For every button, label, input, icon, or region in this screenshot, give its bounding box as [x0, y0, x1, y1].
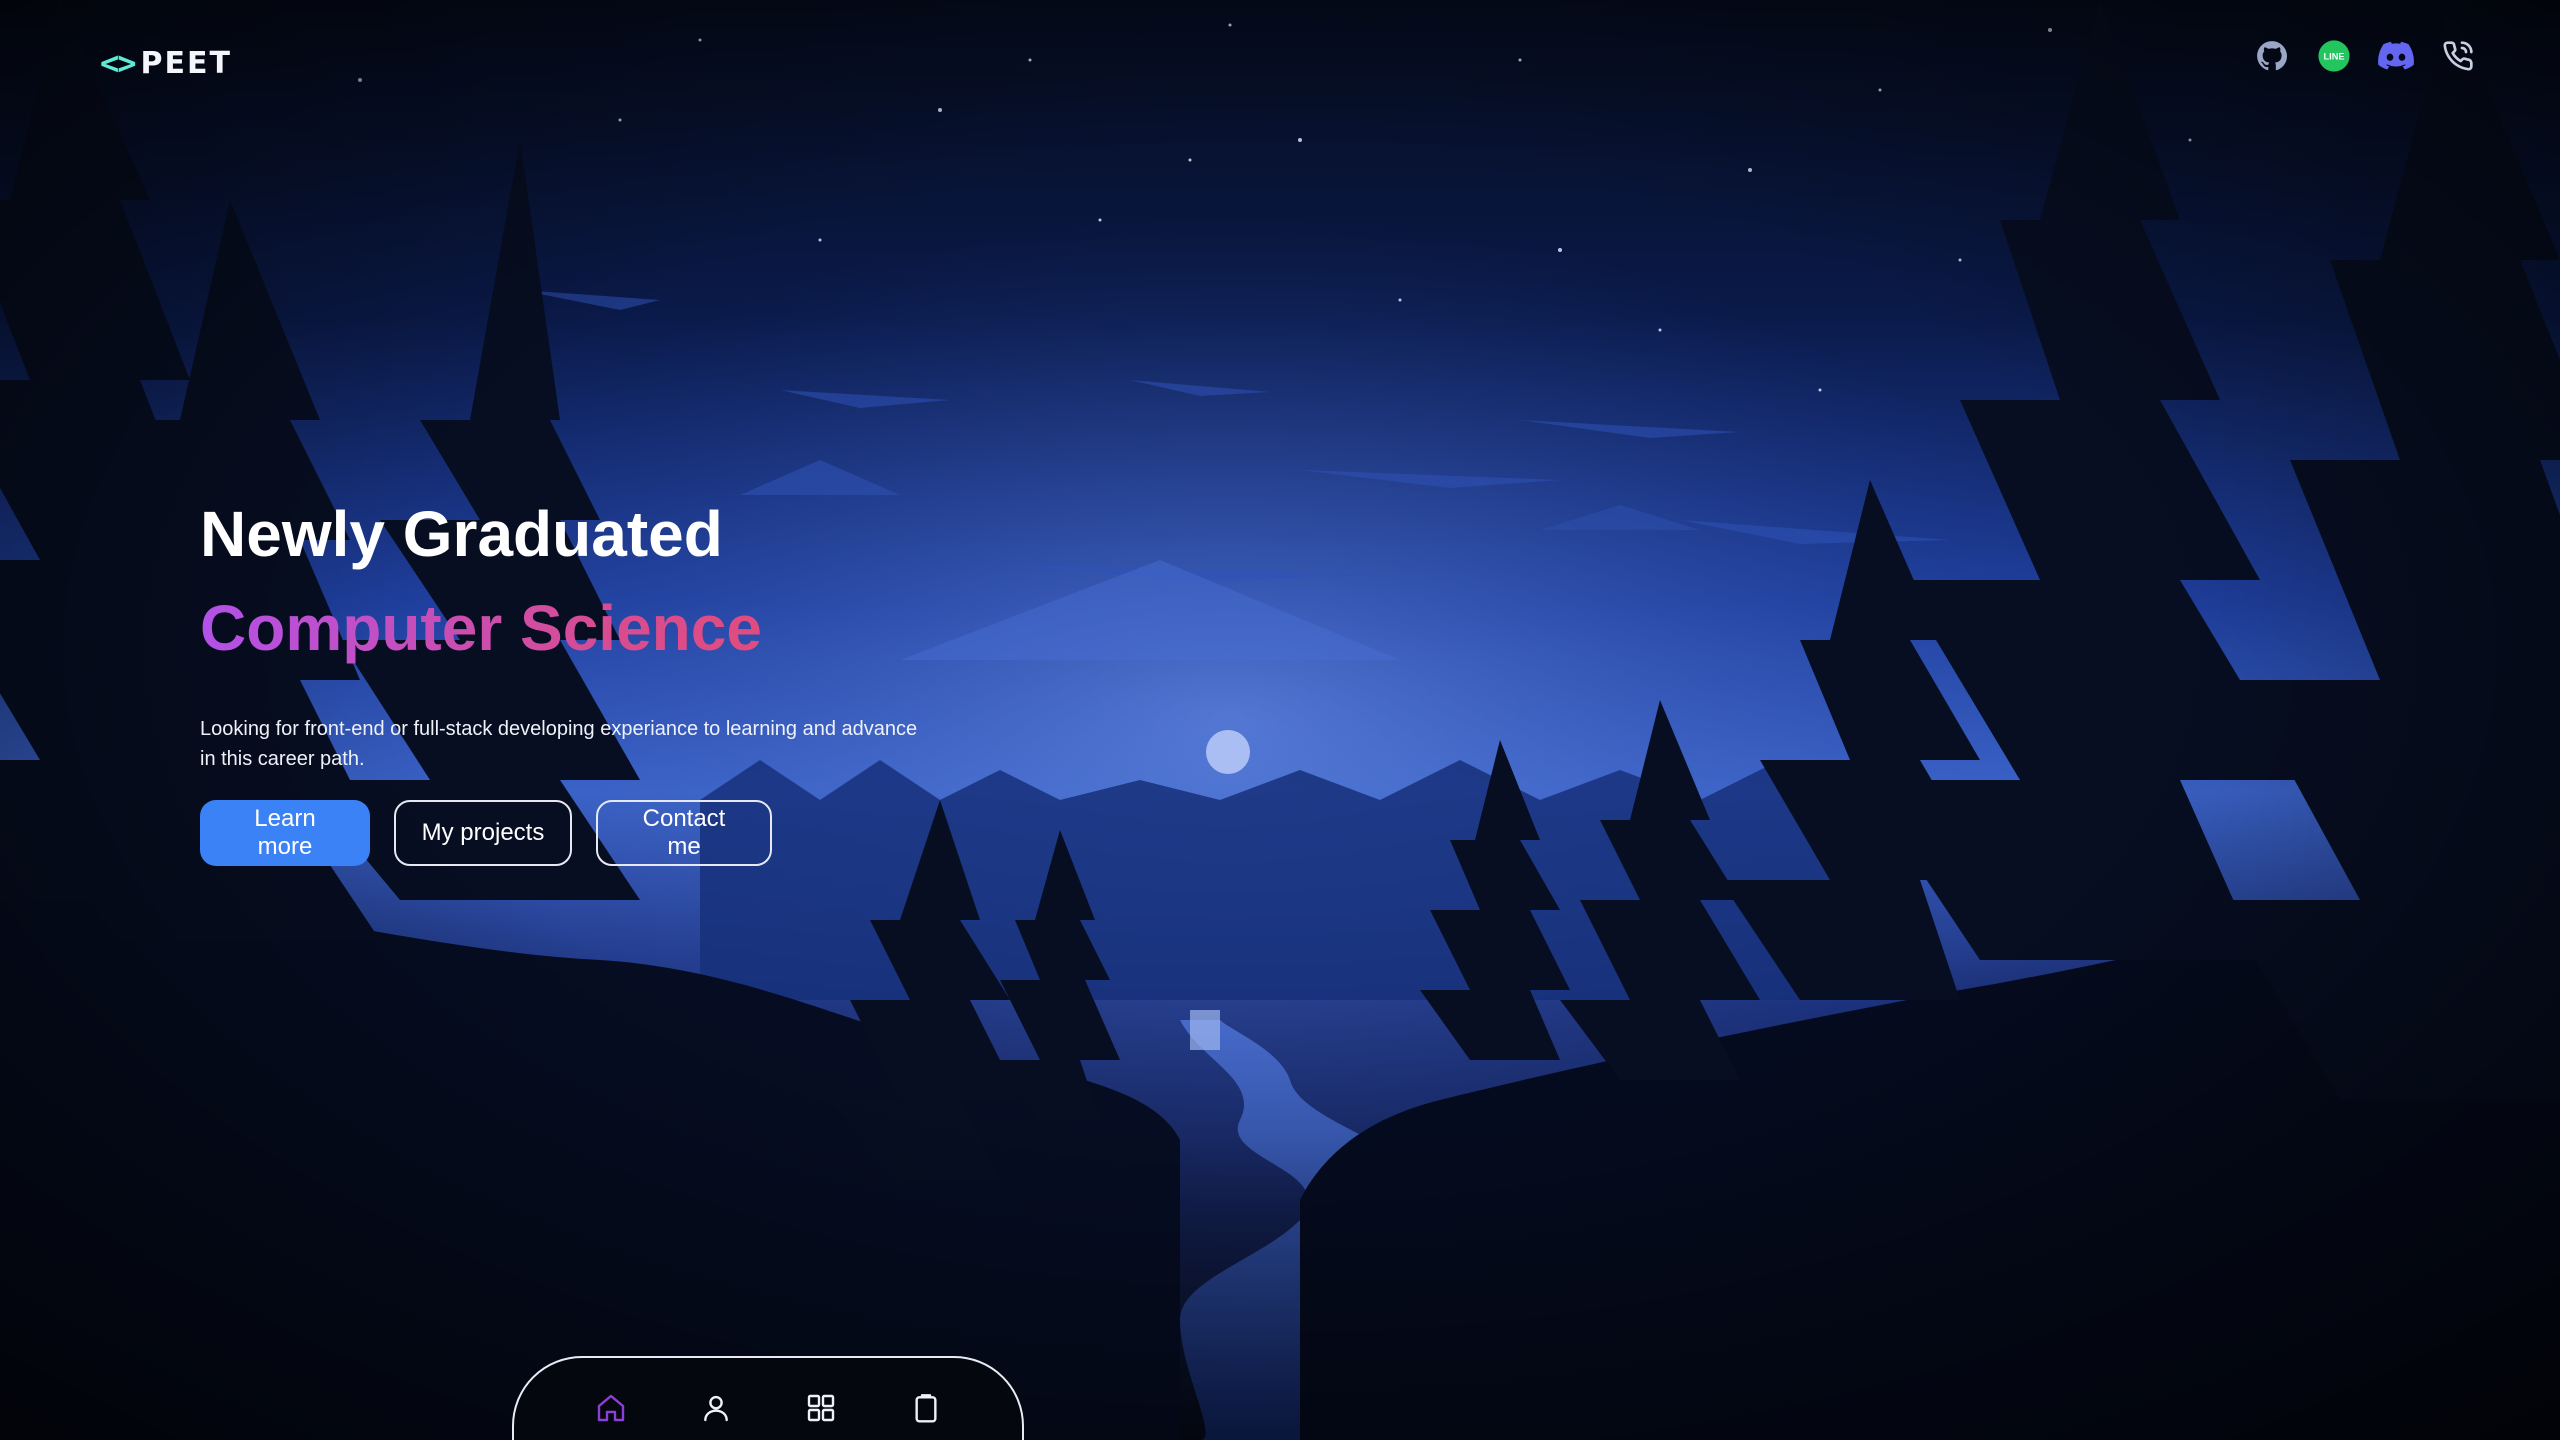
logo-code-brackets: <> [100, 44, 137, 82]
home-icon [597, 1394, 624, 1422]
nav-item-resume[interactable] [906, 1392, 946, 1432]
hero-actions: Learn more My projects Contact me [200, 800, 960, 866]
line-icon-label: LINE [2324, 52, 2345, 62]
line-link[interactable]: LINE [2316, 38, 2352, 74]
landing-page: <> PEET LINE Newly Graduated Computer Sc… [0, 0, 2560, 1440]
nav-item-projects[interactable] [801, 1392, 841, 1432]
discord-icon [2378, 41, 2414, 70]
logo-text: PEET [140, 45, 232, 81]
hero-subtitle: Computer Science [200, 578, 960, 678]
phone-link[interactable] [2440, 38, 2476, 74]
hero-title: Newly Graduated [200, 498, 723, 570]
my-projects-button[interactable]: My projects [394, 800, 572, 866]
github-link[interactable] [2254, 38, 2290, 74]
discord-link[interactable] [2378, 38, 2414, 74]
clipboard-icon [914, 1394, 937, 1423]
hero-section: Newly Graduated Computer Science Looking… [200, 490, 960, 866]
hero-description: Looking for front-end or full-stack deve… [200, 718, 918, 770]
line-icon: LINE [2318, 40, 2350, 72]
social-links: LINE [2254, 38, 2476, 74]
phone-icon [2443, 41, 2473, 71]
nav-item-home[interactable] [591, 1392, 631, 1432]
user-icon [703, 1395, 728, 1422]
github-icon [2257, 41, 2288, 71]
nav-item-about[interactable] [696, 1392, 736, 1432]
contact-me-button[interactable]: Contact me [596, 800, 772, 866]
site-logo[interactable]: <> PEET [100, 44, 232, 82]
grid-icon [807, 1394, 834, 1422]
bottom-nav [512, 1356, 1024, 1440]
learn-more-button[interactable]: Learn more [200, 800, 370, 866]
